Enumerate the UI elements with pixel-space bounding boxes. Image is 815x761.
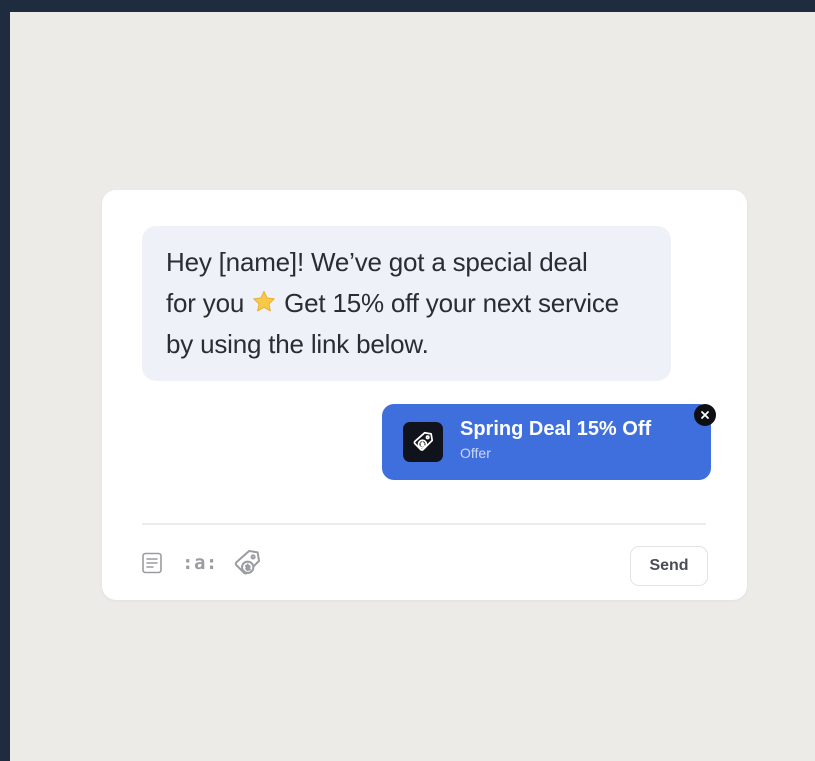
- composer-divider: [142, 523, 706, 525]
- offer-texts: Spring Deal 15% Off Offer: [460, 417, 651, 462]
- attach-offer-button[interactable]: [230, 546, 264, 580]
- offer-tag-icon: [413, 431, 434, 451]
- star-icon: [253, 290, 275, 312]
- offer-tag-icon: [234, 549, 260, 575]
- close-icon: [701, 411, 709, 419]
- template-button[interactable]: [138, 549, 166, 577]
- remove-offer-button[interactable]: [694, 404, 716, 426]
- message-composer-card: Hey [name]! We’ve got a special deal for…: [102, 190, 747, 600]
- offer-attachment-chip[interactable]: Spring Deal 15% Off Offer: [382, 404, 711, 480]
- offer-subtitle: Offer: [460, 444, 491, 461]
- offer-title: Spring Deal 15% Off: [460, 417, 652, 440]
- send-button[interactable]: Send: [630, 546, 708, 586]
- page-background: Hey [name]! We’ve got a special deal for…: [10, 12, 815, 761]
- message-text: Hey [name]! We’ve got a special deal for…: [166, 242, 619, 365]
- composer-toolbar: :a:: [138, 543, 264, 583]
- offer-icon-box: [403, 422, 443, 462]
- message-bubble[interactable]: Hey [name]! We’ve got a special deal for…: [142, 226, 671, 381]
- emoji-button[interactable]: :a:: [182, 552, 218, 574]
- template-icon: [142, 552, 162, 574]
